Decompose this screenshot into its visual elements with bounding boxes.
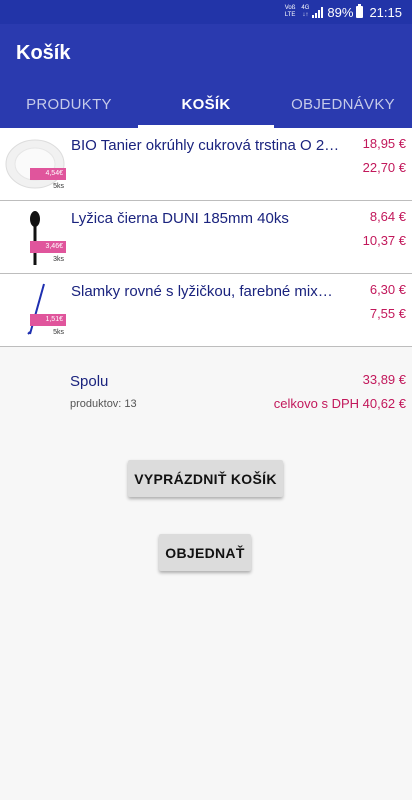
product-count: produktov: 13 [70,398,137,410]
unit-price-badge: 3,46€ [30,241,66,253]
product-thumbnail: 4,54€ 5ks [4,134,66,194]
product-name: Slamky rovné s lyžičkou, farebné mix… [71,283,333,300]
empty-cart-button[interactable]: VYPRÁZDNIŤ KOŠÍK [128,460,283,497]
quantity-label: 3ks [53,256,64,263]
tab-bar: PRODUKTY KOŠÍK OBJEDNÁVKY [0,80,412,128]
quantity-label: 5ks [53,183,64,190]
quantity-label: 5ks [53,329,64,336]
unit-price-badge: 4,54€ [30,168,66,180]
tab-cart[interactable]: KOŠÍK [138,80,274,128]
tab-products[interactable]: PRODUKTY [0,80,138,128]
product-name: Lyžica čierna DUNI 185mm 40ks [71,210,289,227]
app-bar: Košík PRODUKTY KOŠÍK OBJEDNÁVKY [0,24,412,128]
cart-item[interactable]: 4,54€ 5ks BIO Tanier okrúhly cukrová trs… [0,128,412,201]
battery-icon [356,4,364,18]
cart-item[interactable]: 1,51€ 5ks Slamky rovné s lyžičkou, fareb… [0,274,412,347]
item-price-vat: 7,55 € [369,306,406,321]
summary-total: 33,89 € [362,372,406,387]
tab-orders[interactable]: OBJEDNÁVKY [274,80,412,128]
order-button[interactable]: OBJEDNAŤ [159,534,251,571]
item-price-vat: 22,70 € [362,160,406,175]
status-bar: Voß LTE 4G ↓↑ 89% 21:15 [0,0,412,24]
clock: 21:15 [369,4,402,20]
signal-icon [312,6,324,18]
cart-list: 4,54€ 5ks BIO Tanier okrúhly cukrová trs… [0,128,412,347]
battery-percent: 89% [327,4,354,20]
summary-total-vat: celkovo s DPH 40,62 € [273,396,406,411]
page-title: Košík [16,42,71,64]
item-price: 8,64 € [369,209,406,224]
item-price: 18,95 € [362,136,406,151]
product-name: BIO Tanier okrúhly cukrová trstina O 2… [71,137,340,154]
item-price: 6,30 € [369,282,406,297]
carrier-indicator: Voß LTE [284,5,296,18]
unit-price-badge: 1,51€ [30,314,66,326]
summary-label: Spolu [70,373,109,390]
item-price-vat: 10,37 € [362,233,406,248]
network-type-indicator: 4G ↓↑ [301,5,310,18]
product-thumbnail: 3,46€ 3ks [4,207,66,267]
product-thumbnail: 1,51€ 5ks [4,280,66,340]
cart-item[interactable]: 3,46€ 3ks Lyžica čierna DUNI 185mm 40ks … [0,201,412,274]
cart-summary: Spolu produktov: 13 33,89 € celkovo s DP… [0,350,412,420]
